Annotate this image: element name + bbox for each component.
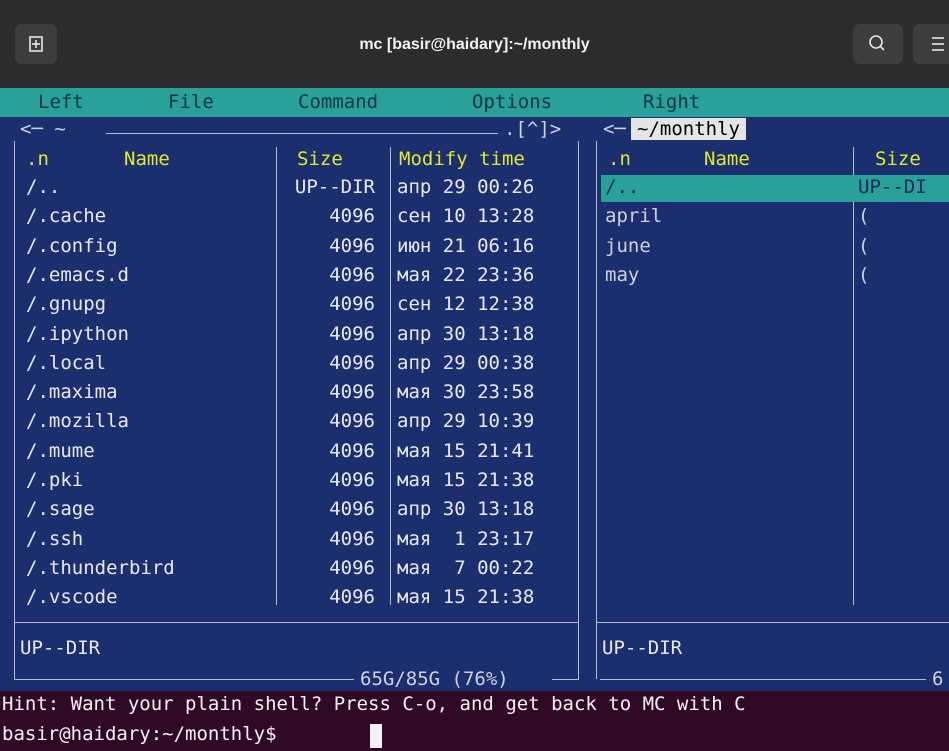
hint-text: Hint: Want your plain shell? Press C-o, … [2,693,746,715]
table-row[interactable]: /.mozilla 4096 апр 29 10:39 [0,410,578,438]
file-name: may [605,264,640,286]
left-panel-top-border [106,133,498,134]
file-size: 4096 [329,586,375,608]
right-sort-indicator[interactable]: .n [608,148,631,170]
table-row[interactable]: /.vscode 4096 мая 15 21:38 [0,586,578,614]
file-size: 4096 [329,323,375,345]
table-row[interactable]: /.maxima 4096 мая 30 23:58 [0,381,578,409]
right-header-name[interactable]: Name [704,148,750,170]
left-header-size[interactable]: Size [297,148,343,170]
table-row[interactable]: /.mume 4096 мая 15 21:41 [0,440,578,468]
file-date: мая 15 21:38 [397,469,535,491]
file-name: /.ipython [26,323,129,345]
file-name: /.ssh [26,528,84,550]
left-sort-indicator[interactable]: .n [26,148,49,170]
shell-prompt-line[interactable]: basir@haidary:~/monthly$ [0,720,949,751]
right-header-size[interactable]: Size [875,148,921,170]
file-name: /.sage [26,498,95,520]
table-row[interactable]: /.gnupg 4096 сен 12 12:38 [0,293,578,321]
file-date: апр 30 13:18 [397,323,535,345]
file-name: /.vscode [26,586,118,608]
table-row[interactable]: /.ipython 4096 апр 30 13:18 [0,323,578,351]
file-name: /.gnupg [26,293,107,315]
file-size: ( [858,205,870,227]
menu-left[interactable]: Left [38,91,84,113]
file-date: мая 7 00:22 [397,557,535,579]
file-size: UP--DI [858,176,927,198]
file-size: 4096 [329,381,375,403]
file-date: мая 15 21:38 [397,586,535,608]
cursor [370,724,382,748]
menu-right[interactable]: Right [643,91,700,113]
table-row[interactable]: june ( [0,235,949,263]
search-icon [869,35,885,51]
file-date: мая 30 23:58 [397,381,535,403]
left-status-info: UP--DIR [20,637,101,659]
file-size: 4096 [329,557,375,579]
file-name: april [605,205,663,227]
right-disk-usage: 6 [932,668,944,690]
table-row[interactable]: /.pki 4096 мая 15 21:38 [0,469,578,497]
window-title: mc [basir@haidary]:~/monthly [359,36,590,53]
file-name: /.mozilla [26,410,129,432]
mc-menu-bar: Left File Command Options Right [0,88,949,117]
menu-button[interactable] [913,24,949,64]
menu-file[interactable]: File [168,91,214,113]
file-size: 4096 [329,352,375,374]
table-row[interactable]: april ( [0,205,949,233]
table-row[interactable]: /.ssh 4096 мая 1 23:17 [0,528,578,556]
file-size: 4096 [329,498,375,520]
file-size: 4096 [329,293,375,315]
file-size: ( [858,264,870,286]
right-panel-bottom-border [600,679,926,680]
file-size: 4096 [329,469,375,491]
search-button[interactable] [853,24,903,64]
left-panel-bottom-border-a [14,679,354,680]
table-row[interactable]: /.local 4096 апр 29 00:38 [0,352,578,380]
file-name: /.local [26,352,107,374]
table-row[interactable]: may ( [0,264,949,292]
file-name: /.mume [26,440,95,462]
file-date: мая 15 21:41 [397,440,535,462]
file-size: 4096 [329,440,375,462]
table-row[interactable]: /.sage 4096 апр 30 13:18 [0,498,578,526]
left-header-modify[interactable]: Modify time [399,148,525,170]
left-panel-path[interactable]: <─ ~ [20,118,66,140]
file-name: /.. [605,176,640,198]
left-panel-bottom-border-b [552,679,579,680]
right-panel-path[interactable]: ~/monthly [631,118,746,140]
file-size: 4096 [329,528,375,550]
table-row[interactable]: /.thunderbird 4096 мая 7 00:22 [0,557,578,585]
file-name: june [605,235,651,257]
right-status-info: UP--DIR [602,637,683,659]
hint-bar: Hint: Want your plain shell? Press C-o, … [0,691,949,720]
file-name: /.maxima [26,381,118,403]
shell-prompt: basir@haidary:~/monthly$ [2,723,288,745]
left-disk-usage: 65G/85G (76%) [360,668,509,690]
left-panel-status-divider [14,622,579,623]
file-date: сен 12 12:38 [397,293,535,315]
menu-options[interactable]: Options [472,91,552,113]
right-panel-arrow[interactable]: <─ [603,118,626,140]
right-panel-status-divider [596,622,949,623]
file-name: /.thunderbird [26,557,175,579]
menu-command[interactable]: Command [298,91,378,113]
file-size: 4096 [329,410,375,432]
file-date: апр 29 10:39 [397,410,535,432]
hamburger-icon [932,37,944,51]
left-panel-nav[interactable]: .[^]> [504,118,561,140]
table-row[interactable]: /.. UP--DI [0,176,949,204]
file-date: апр 29 00:38 [397,352,535,374]
file-date: мая 1 23:17 [397,528,535,550]
title-bar: mc [basir@haidary]:~/monthly [0,0,949,89]
file-name: /.pki [26,469,84,491]
file-date: апр 30 13:18 [397,498,535,520]
file-size: ( [858,235,870,257]
left-header-name[interactable]: Name [124,148,170,170]
